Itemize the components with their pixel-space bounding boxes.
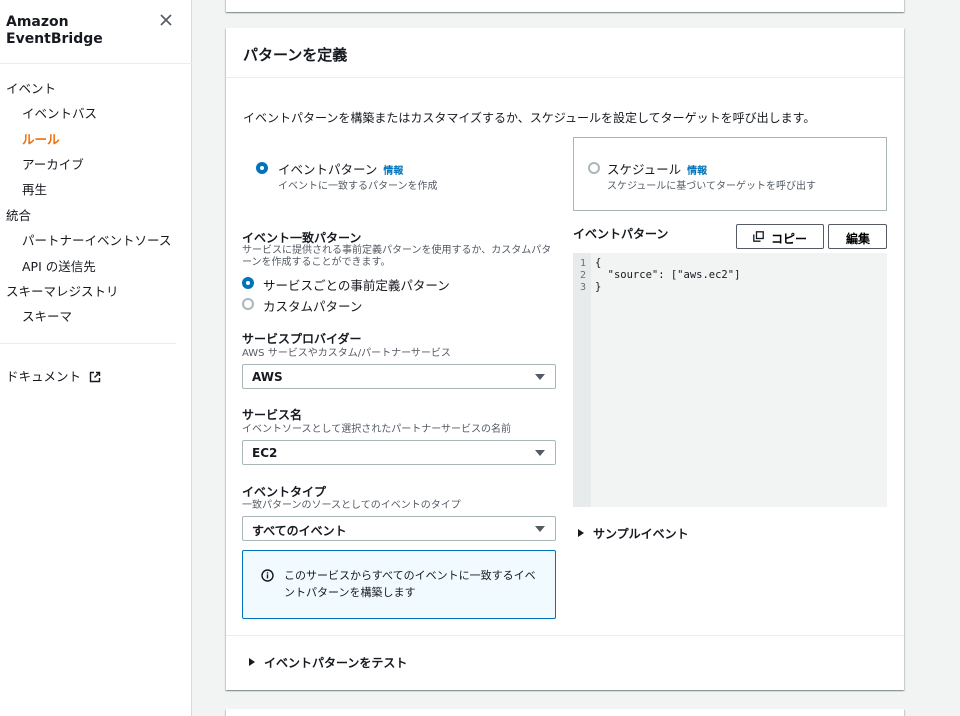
- sidebar-section-integration[interactable]: 統合: [6, 205, 31, 224]
- alert-message: このサービスからすべてのイベントに一致するイベントパターンを構築します: [284, 569, 536, 599]
- event-pattern-description: イベントに一致するパターンを作成: [278, 181, 438, 192]
- line-number: 1: [580, 258, 587, 269]
- sidebar-item-partner-event-sources[interactable]: パートナーイベントソース: [22, 230, 171, 249]
- sidebar-item-replays[interactable]: 再生: [22, 179, 47, 198]
- divider: [0, 343, 176, 344]
- sidebar-section-schema-registry[interactable]: スキーマレジストリ: [6, 281, 119, 300]
- info-icon: [261, 569, 274, 582]
- event-pattern-radio[interactable]: [256, 162, 268, 174]
- divider: [226, 635, 904, 636]
- info-alert: このサービスからすべてのイベントに一致するイベントパターンを構築します: [242, 550, 556, 619]
- predefined-pattern-radio[interactable]: [242, 277, 254, 289]
- match-pattern-label: イベント一致パターン: [242, 231, 362, 245]
- caret-right-icon: [578, 529, 584, 537]
- schedule-radio[interactable]: [588, 162, 600, 174]
- edit-button[interactable]: 編集: [828, 224, 887, 249]
- copy-icon: [753, 231, 764, 242]
- caret-down-icon: [535, 526, 545, 532]
- sidebar-item-schemas[interactable]: スキーマ: [22, 306, 72, 325]
- match-pattern-hint: サービスに提供される事前定義パターンを使用するか、カスタムパターンを作成すること…: [242, 245, 552, 268]
- define-pattern-panel: パターンを定義 イベントパターンを構築またはカスタマイズするか、スケジュールを設…: [226, 28, 904, 690]
- caret-down-icon: [535, 450, 545, 456]
- panel-description: イベントパターンを構築またはカスタマイズするか、スケジュールを設定してターゲット…: [243, 111, 816, 125]
- code-editor[interactable]: 1 2 3 { "source": ["aws.ec2"] }: [573, 253, 887, 507]
- sidebar-item-documentation[interactable]: ドキュメント: [6, 366, 101, 385]
- event-type-select[interactable]: すべてのイベント: [242, 516, 556, 541]
- sidebar-item-event-buses[interactable]: イベントバス: [22, 103, 97, 122]
- code-line: }: [595, 281, 602, 293]
- sidebar-item-rules[interactable]: ルール: [22, 129, 60, 148]
- sidebar: Amazon EventBridge イベント イベントバス ルール アーカイブ…: [0, 0, 192, 716]
- sidebar-item-archives[interactable]: アーカイブ: [22, 154, 84, 173]
- schedule-tile[interactable]: スケジュール 情報 スケジュールに基づいてターゲットを呼び出す: [573, 137, 887, 211]
- close-icon[interactable]: [158, 12, 174, 28]
- event-pattern-tile[interactable]: イベントパターン 情報 イベントに一致するパターンを作成: [242, 138, 556, 210]
- page-title: パターンを定義: [243, 46, 348, 64]
- code-line: {: [595, 257, 602, 269]
- event-type-hint: 一致パターンのソースとしてのイベントのタイプ: [242, 500, 461, 511]
- sidebar-item-api-destinations[interactable]: API の送信先: [22, 256, 96, 275]
- service-name-hint: イベントソースとして選択されたパートナーサービスの名前: [242, 424, 511, 435]
- service-name-label: サービス名: [242, 408, 303, 422]
- caret-right-icon: [249, 658, 255, 666]
- event-type-label: イベントタイプ: [242, 485, 327, 499]
- service-name-select[interactable]: EC2: [242, 440, 556, 465]
- previous-panel: [226, 0, 904, 12]
- custom-pattern-label[interactable]: カスタムパターン: [263, 296, 362, 315]
- service-provider-label: サービスプロバイダー: [242, 332, 362, 346]
- custom-pattern-radio[interactable]: [242, 298, 254, 310]
- divider: [0, 63, 192, 64]
- sidebar-section-events[interactable]: イベント: [6, 78, 56, 97]
- line-number: 2: [580, 270, 587, 281]
- panel-header: パターンを定義: [226, 28, 904, 78]
- code-line: "source": ["aws.ec2"]: [595, 269, 741, 281]
- sample-events-expander[interactable]: サンプルイベント: [578, 525, 689, 542]
- predefined-pattern-label[interactable]: サービスごとの事前定義パターン: [263, 275, 450, 294]
- caret-down-icon: [535, 374, 545, 380]
- event-pattern-heading: イベントパターン: [573, 227, 669, 241]
- service-title: Amazon EventBridge: [6, 14, 103, 47]
- info-link[interactable]: 情報: [383, 166, 403, 177]
- external-link-icon: [89, 371, 101, 383]
- service-provider-select[interactable]: AWS: [242, 364, 556, 389]
- schedule-description: スケジュールに基づいてターゲットを呼び出す: [607, 181, 816, 192]
- event-pattern-label: イベントパターン: [278, 162, 378, 177]
- copy-button[interactable]: コピー: [736, 224, 824, 249]
- info-link[interactable]: 情報: [687, 166, 707, 177]
- next-panel: [226, 709, 904, 716]
- service-provider-hint: AWS サービスやカスタム/パートナーサービス: [242, 348, 451, 359]
- schedule-label: スケジュール: [607, 162, 682, 177]
- line-number: 3: [580, 282, 587, 293]
- test-pattern-expander[interactable]: イベントパターンをテスト: [249, 654, 407, 671]
